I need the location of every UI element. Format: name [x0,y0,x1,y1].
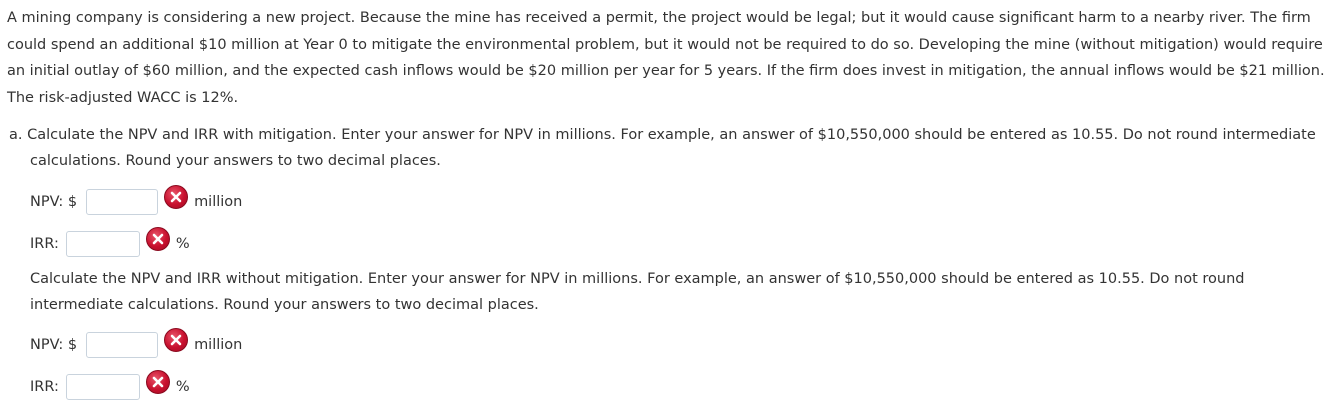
incorrect-x-icon [164,185,189,209]
incorrect-x-icon [145,370,170,394]
irr-with-mitigation-row: IRR: % [30,227,190,259]
irr-without-mitigation-row: IRR: % [30,370,190,402]
incorrect-x-icon [145,227,170,251]
irr-unit: % [175,236,190,252]
irr-unit: % [175,379,190,395]
npv-label: NPV: $ [30,194,78,210]
irr-label: IRR: [30,379,59,395]
irr-with-mitigation-input[interactable] [65,231,140,257]
part-a-question-text: Calculate the NPV and IRR with mitigatio… [27,127,1316,169]
incorrect-x-icon [164,328,189,352]
npv-label: NPV: $ [30,337,78,353]
irr-without-mitigation-input[interactable] [65,374,140,400]
npv-unit: million [194,337,243,353]
npv-with-mitigation-row: NPV: $ million [30,185,243,217]
npv-with-mitigation-input[interactable] [86,189,159,215]
irr-label: IRR: [30,236,59,252]
part-a-label: a. [9,127,23,143]
npv-without-mitigation-input[interactable] [86,332,159,358]
part-a-question: a. Calculate the NPV and IRR with mitiga… [9,122,1330,174]
problem-statement: A mining company is considering a new pr… [7,10,1325,106]
npv-unit: million [194,194,243,210]
part-b-question: Calculate the NPV and IRR without mitiga… [30,271,1245,313]
npv-without-mitigation-row: NPV: $ million [30,328,243,360]
